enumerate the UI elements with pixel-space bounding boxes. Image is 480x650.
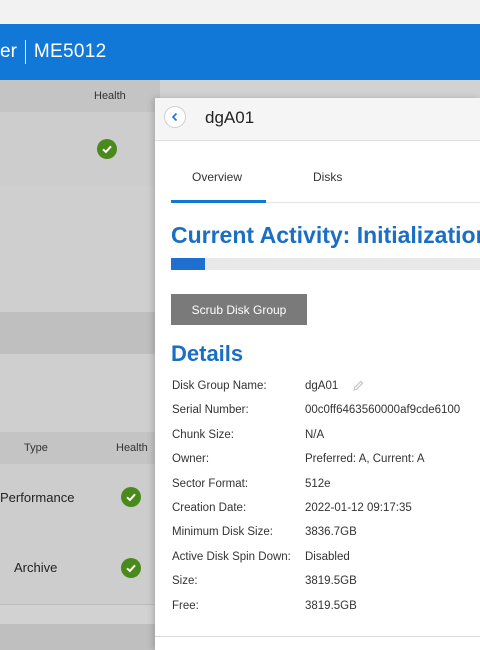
bottom-table-header: Type Health (0, 432, 160, 464)
app-title-fragment: er (0, 41, 17, 62)
top-table-header: Health (0, 80, 160, 112)
detail-row-sector-format: Sector Format: 512e (172, 474, 480, 498)
current-activity-title: Current Activity: Initialization (171, 222, 480, 248)
detail-label: Disk Group Name: (172, 380, 267, 392)
detail-row-chunk-size: Chunk Size: N/A (172, 425, 480, 449)
scrub-disk-group-button[interactable]: Scrub Disk Group (171, 294, 307, 325)
detail-label: Size: (172, 575, 198, 588)
detail-row-minimum-disk-size: Minimum Disk Size: 3836.7GB (172, 522, 480, 546)
top-table-row-empty (0, 186, 160, 313)
top-table-health-header: Health (94, 90, 126, 102)
detail-label: Minimum Disk Size: (172, 526, 273, 539)
detail-value: 00c0ff6463560000af9cde6100 (305, 404, 461, 417)
detail-value: 3819.5GB (305, 575, 357, 588)
disk-group-panel: dgA01 Overview Disks Current Activity: I… (155, 98, 480, 650)
detail-value: 512e (305, 477, 331, 490)
detail-row-owner: Owner: Preferred: A, Current: A (172, 449, 480, 473)
detail-value: 3836.7GB (305, 526, 357, 539)
detail-value: dgA01 (305, 380, 339, 392)
system-model: ME5012 (33, 41, 107, 62)
detail-value: N/A (305, 428, 325, 441)
bottom-table-health-header: Health (116, 442, 148, 454)
active-tab-indicator (171, 200, 266, 203)
chevron-left-icon (171, 112, 178, 122)
pencil-icon[interactable] (352, 379, 365, 392)
detail-label: Chunk Size: (172, 428, 235, 441)
table-row[interactable]: Performance (0, 464, 160, 535)
detail-row-active-disk-spin-down: Active Disk Spin Down: Disabled (172, 547, 480, 571)
back-button[interactable] (164, 106, 186, 128)
detail-value: 3819.5GB (305, 599, 357, 612)
detail-row-disk-group-name: Disk Group Name: dgA01 (172, 376, 480, 400)
detail-label: Active Disk Spin Down: (172, 550, 291, 563)
header-separator (24, 40, 26, 64)
detail-label: Serial Number: (172, 404, 249, 417)
detail-row-size: Size: 3819.5GB (172, 571, 480, 595)
detail-label: Creation Date: (172, 501, 247, 514)
section-body (0, 354, 160, 433)
detail-value: Preferred: A, Current: A (305, 453, 425, 466)
row-type: Archive (14, 560, 58, 575)
check-icon (97, 139, 117, 159)
section-band (0, 312, 160, 354)
bottom-table-type-header: Type (24, 442, 48, 454)
check-icon (121, 487, 141, 507)
top-strip (0, 0, 480, 24)
details-heading: Details (171, 341, 244, 366)
detail-row-creation-date: Creation Date: 2022-01-12 09:17:35 (172, 498, 480, 522)
detail-row-serial-number: Serial Number: 00c0ff6463560000af9cde610… (172, 400, 480, 424)
detail-label: Free: (172, 599, 199, 612)
row-type: Performance (0, 490, 75, 505)
app-header: er ME5012 (0, 24, 480, 80)
detail-value: 2022-01-12 09:17:35 (305, 501, 412, 514)
activity-progress-bar (171, 258, 480, 270)
tab-overview[interactable]: Overview (192, 170, 242, 184)
panel-footer-divider (155, 636, 480, 637)
check-icon (121, 558, 141, 578)
details-list: Disk Group Name: dgA01 Serial Number: 00… (172, 376, 480, 620)
activity-progress-fill (171, 258, 205, 270)
tab-disks[interactable]: Disks (313, 170, 342, 184)
detail-label: Owner: (172, 453, 210, 466)
top-table-row[interactable] (0, 112, 160, 187)
detail-row-free: Free: 3819.5GB (172, 596, 480, 620)
panel-tabs: Overview Disks (171, 160, 480, 203)
detail-label: Sector Format: (172, 477, 249, 490)
panel-title: dgA01 (205, 108, 255, 127)
section-band-bottom (0, 624, 160, 650)
detail-value: Disabled (305, 550, 350, 563)
table-row[interactable]: Archive (0, 534, 160, 605)
panel-header: dgA01 (155, 98, 480, 141)
